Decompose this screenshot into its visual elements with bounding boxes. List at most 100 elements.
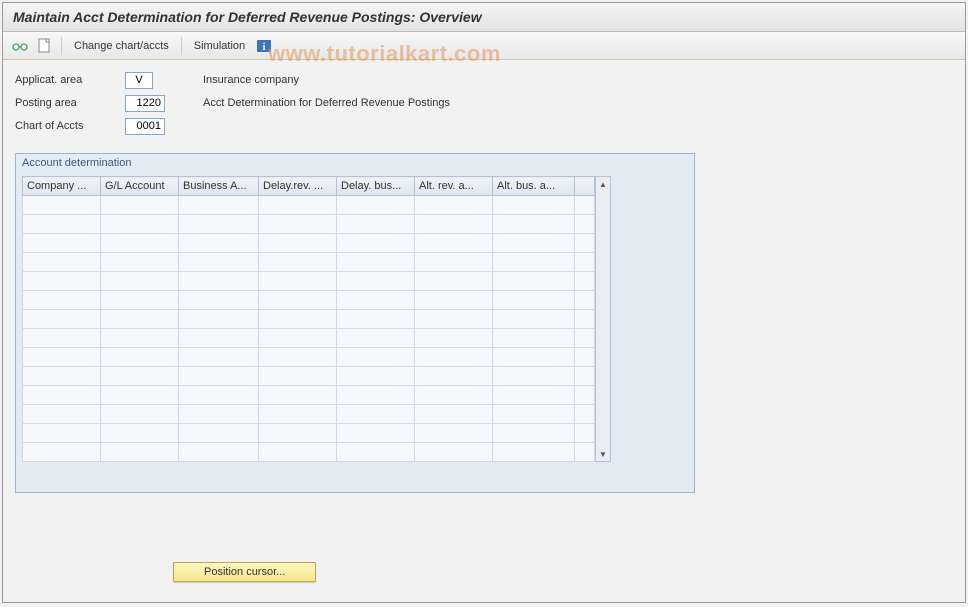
table-cell[interactable]	[101, 405, 179, 424]
table-cell[interactable]	[337, 215, 415, 234]
table-cell[interactable]	[415, 405, 493, 424]
account-table[interactable]: Company ...G/L AccountBusiness A...Delay…	[22, 176, 595, 462]
table-row[interactable]	[23, 291, 595, 310]
column-header[interactable]: Company ...	[23, 177, 101, 196]
table-cell[interactable]	[101, 386, 179, 405]
table-cell[interactable]	[337, 443, 415, 462]
table-cell[interactable]	[575, 196, 595, 215]
table-cell[interactable]	[101, 348, 179, 367]
table-cell[interactable]	[575, 386, 595, 405]
table-cell[interactable]	[179, 196, 259, 215]
table-cell[interactable]	[101, 291, 179, 310]
table-cell[interactable]	[337, 253, 415, 272]
table-cell[interactable]	[259, 196, 337, 215]
table-row[interactable]	[23, 196, 595, 215]
table-cell[interactable]	[575, 310, 595, 329]
table-cell[interactable]	[493, 215, 575, 234]
table-cell[interactable]	[575, 443, 595, 462]
table-cell[interactable]	[23, 329, 101, 348]
table-cell[interactable]	[493, 348, 575, 367]
table-cell[interactable]	[101, 443, 179, 462]
table-cell[interactable]	[575, 424, 595, 443]
table-cell[interactable]	[493, 329, 575, 348]
table-cell[interactable]	[493, 367, 575, 386]
table-cell[interactable]	[415, 234, 493, 253]
glasses-icon[interactable]	[11, 37, 29, 55]
column-header[interactable]: Business A...	[179, 177, 259, 196]
table-cell[interactable]	[101, 215, 179, 234]
table-cell[interactable]	[259, 215, 337, 234]
table-cell[interactable]	[575, 405, 595, 424]
table-cell[interactable]	[337, 310, 415, 329]
table-cell[interactable]	[415, 310, 493, 329]
column-header[interactable]: Delay.rev. ...	[259, 177, 337, 196]
table-row[interactable]	[23, 253, 595, 272]
table-cell[interactable]	[493, 253, 575, 272]
table-cell[interactable]	[493, 310, 575, 329]
table-cell[interactable]	[23, 424, 101, 443]
table-cell[interactable]	[101, 424, 179, 443]
table-cell[interactable]	[575, 291, 595, 310]
change-chart-button[interactable]: Change chart/accts	[70, 38, 173, 54]
table-cell[interactable]	[23, 272, 101, 291]
posting-area-input[interactable]	[125, 95, 165, 112]
table-cell[interactable]	[101, 367, 179, 386]
chart-of-accts-input[interactable]	[125, 118, 165, 135]
simulation-button[interactable]: Simulation	[190, 38, 249, 54]
table-cell[interactable]	[575, 272, 595, 291]
table-cell[interactable]	[575, 348, 595, 367]
table-cell[interactable]	[179, 405, 259, 424]
table-cell[interactable]	[259, 348, 337, 367]
table-cell[interactable]	[101, 196, 179, 215]
table-row[interactable]	[23, 310, 595, 329]
table-row[interactable]	[23, 215, 595, 234]
table-cell[interactable]	[23, 367, 101, 386]
table-cell[interactable]	[337, 196, 415, 215]
table-row[interactable]	[23, 443, 595, 462]
table-row[interactable]	[23, 348, 595, 367]
column-header[interactable]: Alt. bus. a...	[493, 177, 575, 196]
table-cell[interactable]	[259, 329, 337, 348]
table-cell[interactable]	[101, 253, 179, 272]
table-cell[interactable]	[259, 367, 337, 386]
table-row[interactable]	[23, 329, 595, 348]
table-cell[interactable]	[179, 291, 259, 310]
table-cell[interactable]	[259, 386, 337, 405]
table-cell[interactable]	[179, 310, 259, 329]
table-cell[interactable]	[337, 348, 415, 367]
table-row[interactable]	[23, 405, 595, 424]
column-header[interactable]: Alt. rev. a...	[415, 177, 493, 196]
table-cell[interactable]	[179, 386, 259, 405]
table-cell[interactable]	[493, 272, 575, 291]
table-cell[interactable]	[23, 196, 101, 215]
table-cell[interactable]	[179, 348, 259, 367]
info-icon[interactable]: i	[255, 37, 273, 55]
table-cell[interactable]	[575, 234, 595, 253]
table-cell[interactable]	[179, 329, 259, 348]
table-cell[interactable]	[179, 367, 259, 386]
table-cell[interactable]	[23, 405, 101, 424]
position-cursor-button[interactable]: Position cursor...	[173, 562, 316, 582]
table-cell[interactable]	[101, 234, 179, 253]
table-cell[interactable]	[259, 424, 337, 443]
table-row[interactable]	[23, 367, 595, 386]
table-cell[interactable]	[337, 272, 415, 291]
table-cell[interactable]	[415, 272, 493, 291]
table-cell[interactable]	[337, 367, 415, 386]
select-all-corner[interactable]	[575, 177, 595, 196]
table-cell[interactable]	[259, 443, 337, 462]
table-cell[interactable]	[23, 386, 101, 405]
table-row[interactable]	[23, 386, 595, 405]
scroll-up-icon[interactable]: ▲	[596, 177, 610, 191]
table-cell[interactable]	[179, 424, 259, 443]
table-cell[interactable]	[575, 253, 595, 272]
table-cell[interactable]	[101, 329, 179, 348]
table-cell[interactable]	[575, 367, 595, 386]
table-cell[interactable]	[493, 405, 575, 424]
table-cell[interactable]	[493, 291, 575, 310]
table-cell[interactable]	[179, 272, 259, 291]
table-cell[interactable]	[179, 234, 259, 253]
table-cell[interactable]	[23, 443, 101, 462]
table-cell[interactable]	[23, 234, 101, 253]
table-cell[interactable]	[415, 443, 493, 462]
